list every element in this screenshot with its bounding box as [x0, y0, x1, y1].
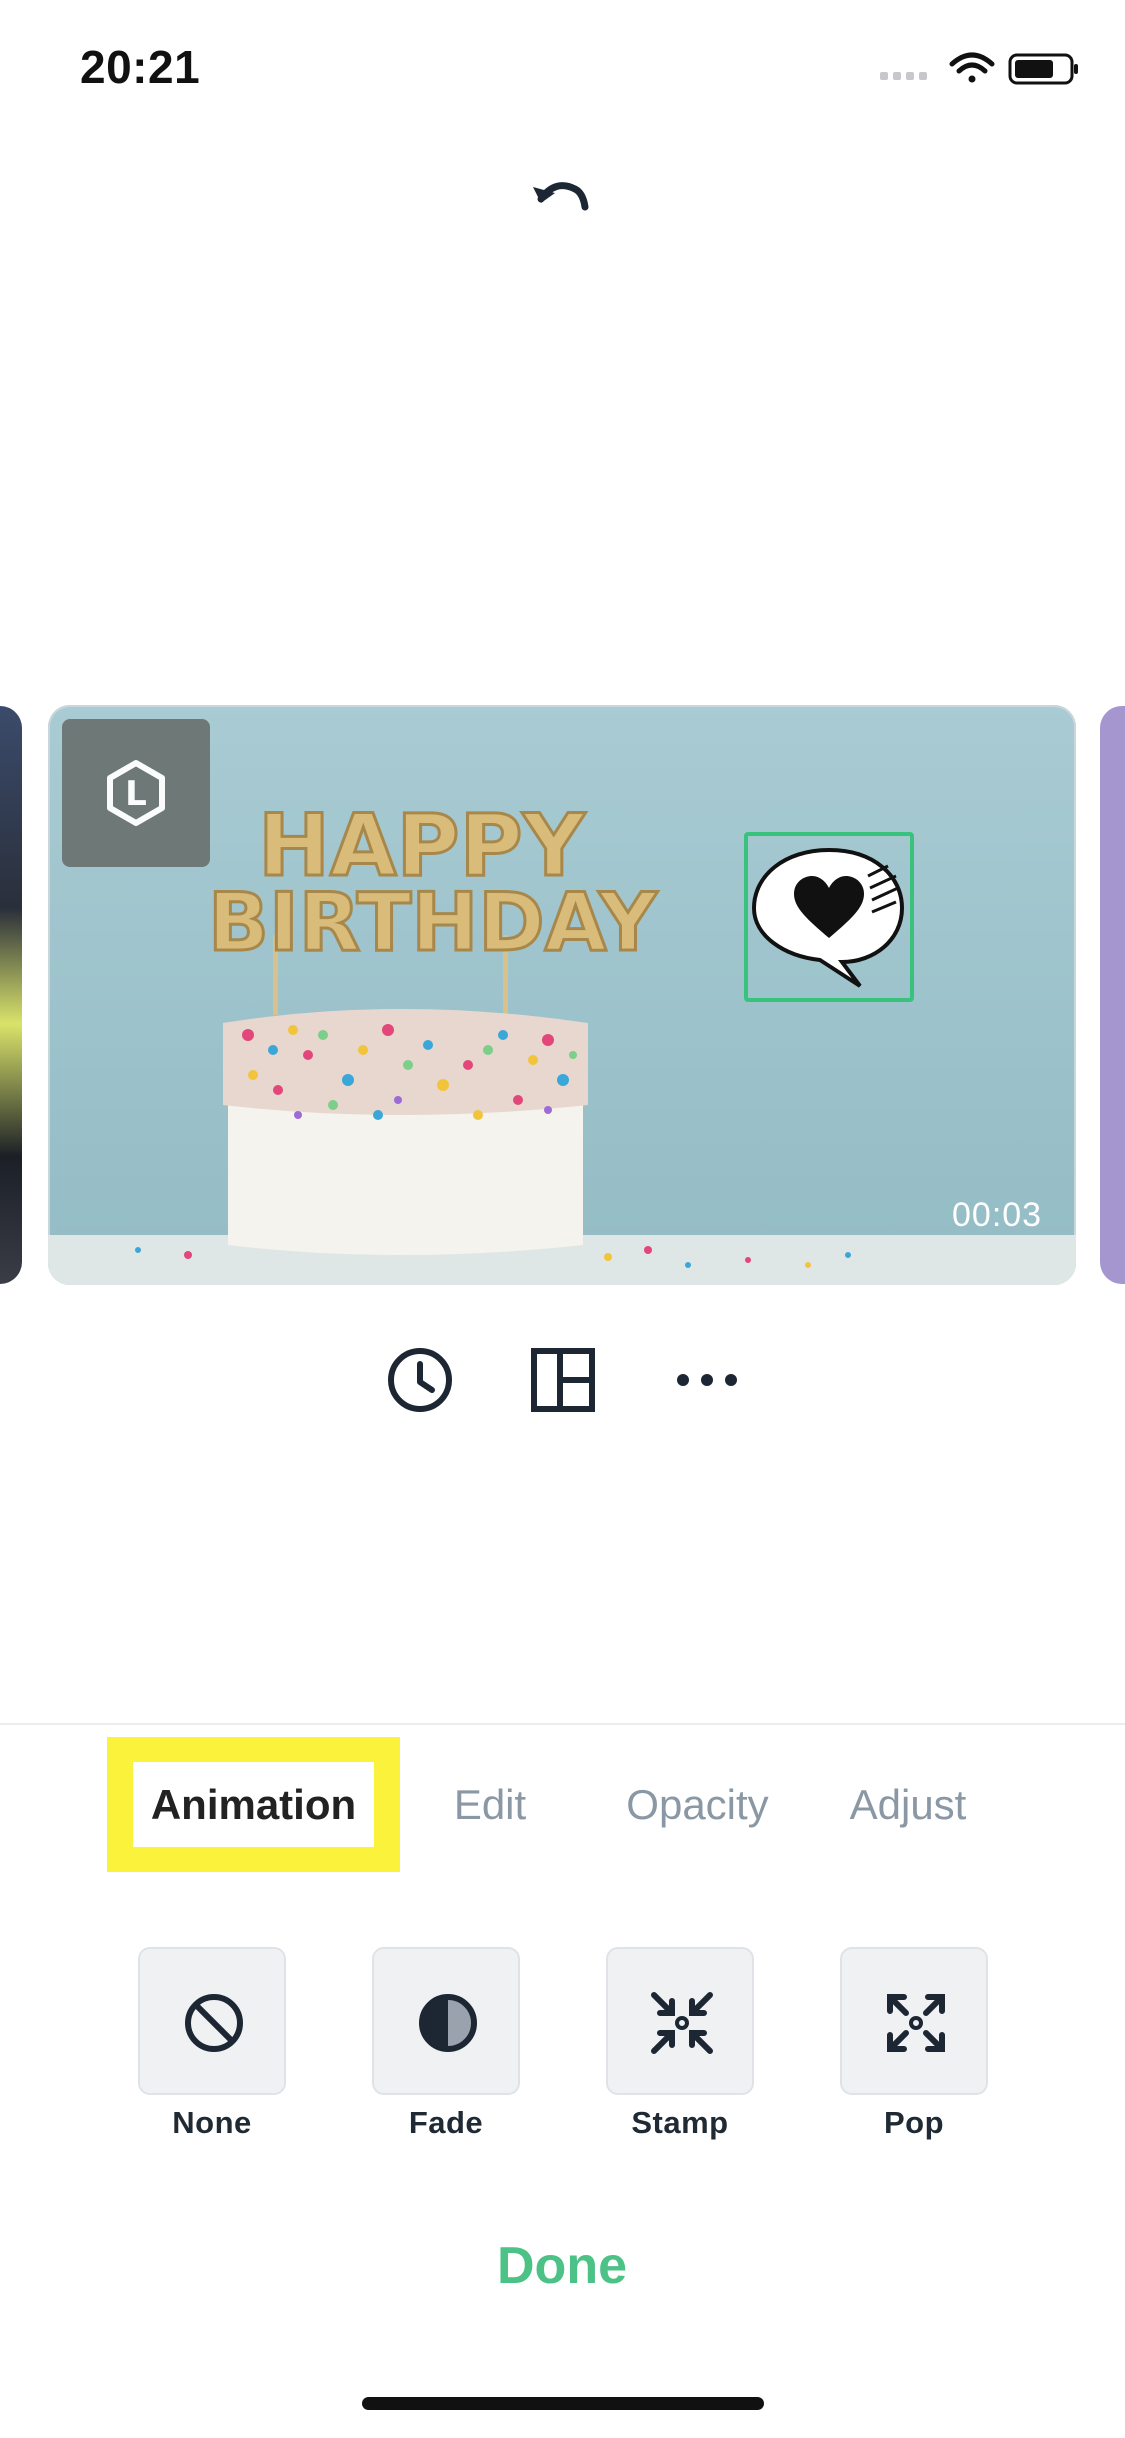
undo-icon[interactable] [525, 165, 595, 235]
selected-sticker[interactable] [744, 832, 914, 1002]
animation-pop-label: Pop [883, 2105, 945, 2140]
pop-icon [887, 1994, 945, 2052]
birthday-balloon-letters: BIRTHDAY [208, 876, 658, 969]
tab-animation[interactable]: Animation [133, 1775, 374, 1835]
animation-stamp-label: Stamp [631, 2105, 729, 2140]
animation-pop-button[interactable] [840, 1947, 988, 2095]
speech-bubble-heart-icon [751, 847, 905, 988]
layout-icon[interactable] [523, 1340, 603, 1420]
signal-icon [880, 72, 927, 80]
scene-duration: 00:03 [952, 1196, 1043, 1234]
none-icon [185, 1994, 243, 2052]
next-scene-thumbnail[interactable] [1100, 706, 1125, 1284]
status-time: 20:21 [80, 41, 201, 93]
animation-none-button[interactable] [138, 1947, 286, 2095]
home-indicator [362, 2397, 764, 2410]
animation-fade-button[interactable] [372, 1947, 520, 2095]
tab-opacity[interactable]: Opacity [600, 1775, 795, 1835]
wifi-icon [949, 52, 995, 83]
clock-icon[interactable] [380, 1340, 460, 1420]
tab-adjust[interactable]: Adjust [828, 1775, 988, 1835]
fade-icon [419, 1994, 477, 2052]
previous-scene-thumbnail[interactable] [0, 706, 22, 1284]
more-icon[interactable] [667, 1340, 747, 1420]
stamp-icon [651, 1992, 713, 2054]
animation-none-label: None [172, 2105, 252, 2140]
done-button[interactable]: Done [412, 2236, 712, 2296]
battery-icon [1008, 53, 1078, 85]
tab-edit[interactable]: Edit [430, 1775, 550, 1835]
status-icons [880, 48, 1080, 88]
animation-fade-label: Fade [408, 2105, 484, 2140]
layer-hexagon-icon[interactable]: L [62, 719, 210, 867]
animation-stamp-button[interactable] [606, 1947, 754, 2095]
layer-badge-letter: L [125, 774, 147, 814]
